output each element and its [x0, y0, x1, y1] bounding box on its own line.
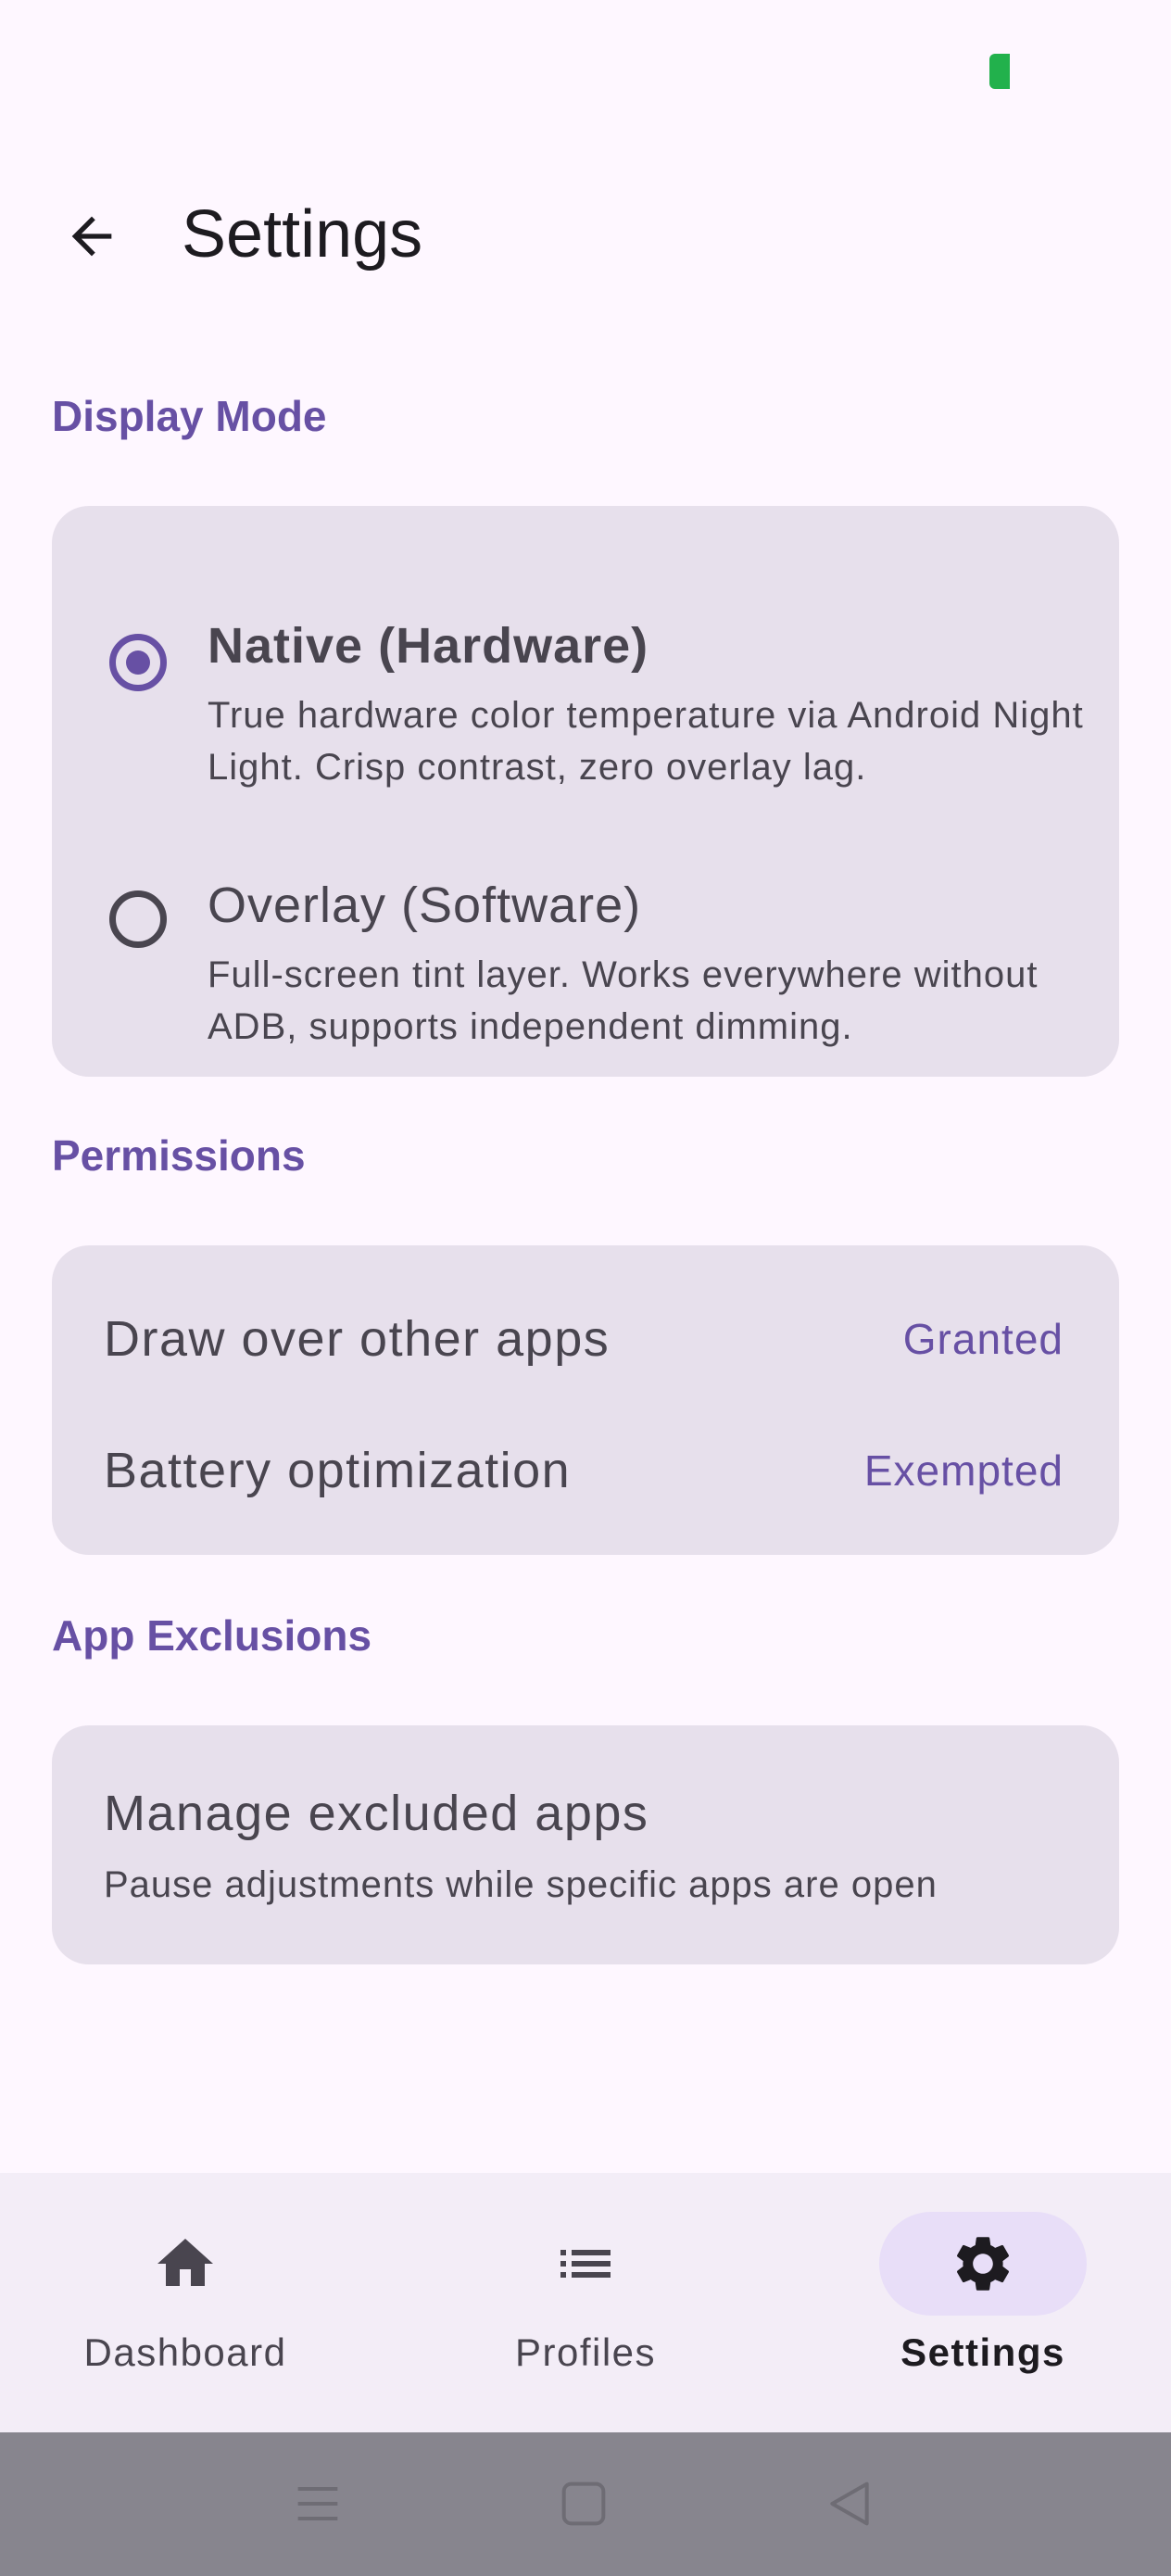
section-header-display-mode: Display Mode: [52, 392, 327, 440]
section-header-permissions: Permissions: [52, 1131, 306, 1180]
nav-label: Dashboard: [83, 2330, 287, 2374]
display-mode-card: Native (Hardware) True hardware color te…: [52, 506, 1119, 1077]
back-button[interactable]: [41, 185, 143, 287]
bottom-navigation-bar: Dashboard Profiles Settings: [0, 2173, 1171, 2432]
nav-item-dashboard[interactable]: Dashboard: [0, 2173, 371, 2432]
recents-icon[interactable]: [288, 2474, 347, 2533]
permission-row-battery[interactable]: Battery optimization Exempted: [104, 1434, 1064, 1518]
nav-item-settings[interactable]: Settings: [798, 2173, 1168, 2432]
nav-indicator-active: [879, 2212, 1087, 2316]
nav-indicator: [82, 2212, 289, 2316]
battery-icon: [989, 54, 1010, 89]
status-bar: [0, 0, 1171, 139]
radio-option-description: Full-screen tint layer. Works everywhere…: [208, 954, 1039, 1047]
arrow-back-icon: [71, 216, 112, 257]
permissions-card: Draw over other apps Granted Battery opt…: [52, 1245, 1119, 1555]
home-button-icon[interactable]: [554, 2474, 613, 2533]
radio-button-native[interactable]: [109, 634, 167, 691]
radio-button-overlay[interactable]: [109, 890, 167, 948]
permission-row-overlay[interactable]: Draw over other apps Granted: [104, 1303, 1064, 1386]
radio-option-title: Native (Hardware): [208, 618, 649, 674]
permission-label: Battery optimization: [104, 1443, 572, 1498]
permission-label: Draw over other apps: [104, 1311, 611, 1367]
back-triangle-icon[interactable]: [820, 2474, 879, 2533]
radio-option-overlay[interactable]: Overlay (Software) Full-screen tint laye…: [52, 802, 1119, 1047]
nav-indicator: [482, 2212, 689, 2316]
list-icon: [560, 2250, 611, 2278]
manage-excluded-apps-card[interactable]: Manage excluded apps Pause adjustments w…: [52, 1725, 1119, 1964]
gear-icon: [956, 2237, 1010, 2291]
permission-status: Granted: [902, 1315, 1064, 1363]
home-icon: [157, 2239, 213, 2286]
permission-status: Exempted: [863, 1446, 1064, 1495]
radio-option-native[interactable]: Native (Hardware) True hardware color te…: [52, 543, 1119, 788]
nav-label: Settings: [900, 2330, 1065, 2374]
excluded-apps-title: Manage excluded apps: [104, 1786, 649, 1841]
excluded-apps-description: Pause adjustments while specific apps ar…: [104, 1864, 938, 1905]
radio-option-title: Overlay (Software): [208, 878, 642, 933]
nav-item-profiles[interactable]: Profiles: [400, 2173, 771, 2432]
section-header-app-exclusions: App Exclusions: [52, 1611, 372, 1660]
top-app-bar: Settings: [0, 158, 1171, 306]
radio-option-description: True hardware color temperature via Andr…: [208, 695, 1084, 788]
nav-label: Profiles: [514, 2330, 657, 2374]
page-title: Settings: [182, 197, 423, 271]
system-navigation-bar: [0, 2432, 1171, 2576]
